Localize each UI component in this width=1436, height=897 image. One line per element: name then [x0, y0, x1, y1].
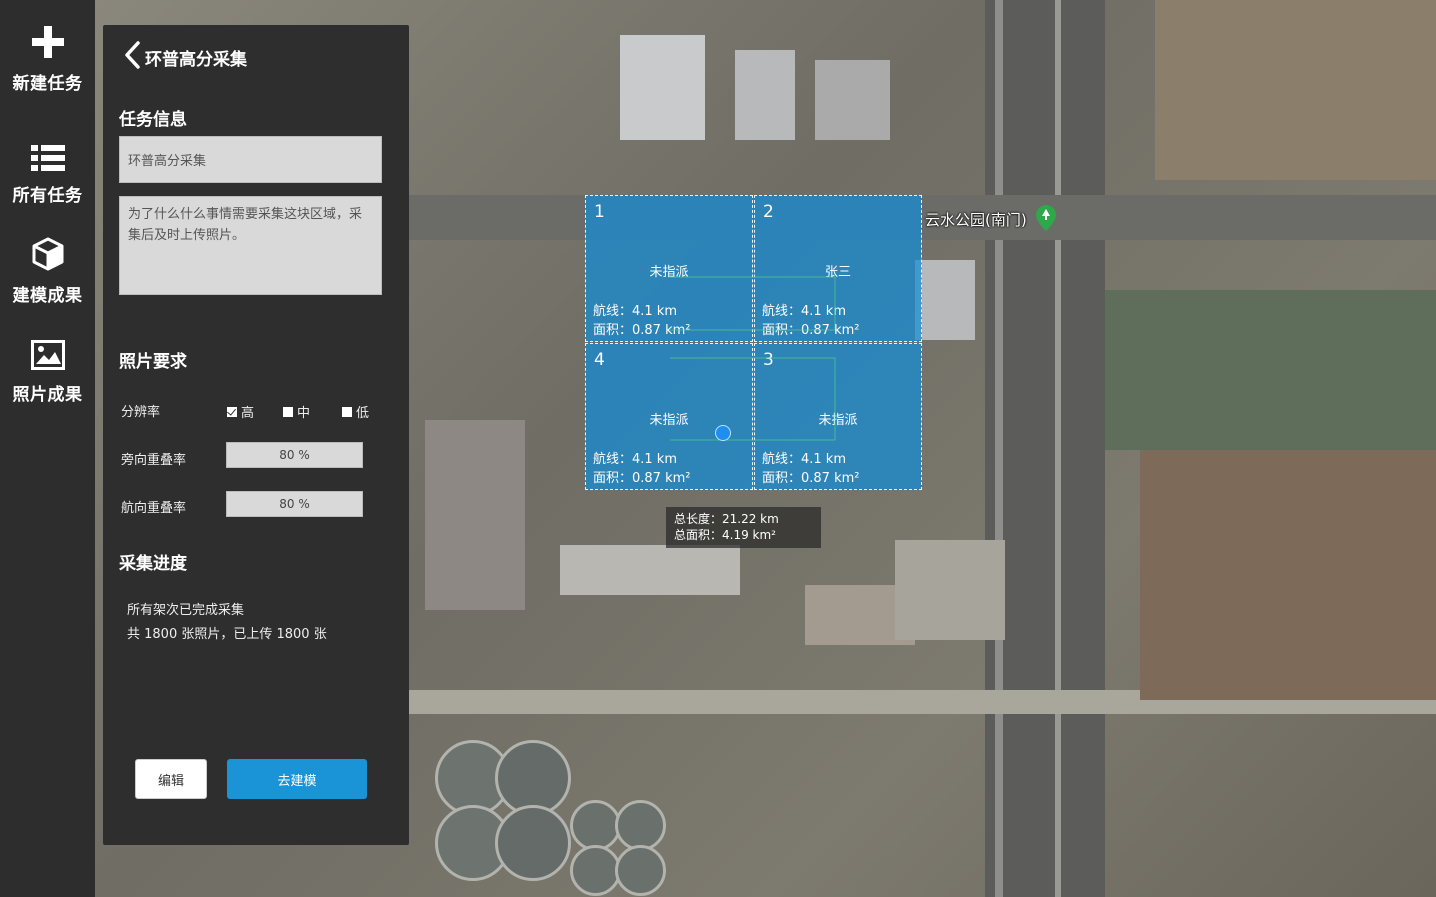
nav-label: 建模成果 — [12, 286, 83, 306]
cell-assignee: 未指派 — [649, 265, 689, 280]
map-building — [815, 60, 890, 140]
resolution-medium-checkbox[interactable]: 中 — [283, 402, 310, 421]
map-road — [1055, 0, 1061, 897]
go-to-modeling-label: 去建模 — [277, 773, 317, 789]
cell-assignee: 张三 — [824, 265, 851, 280]
map-building — [735, 50, 795, 140]
map-building — [620, 35, 705, 140]
side-overlap-input[interactable] — [226, 442, 363, 468]
section-title-task-info: 任务信息 — [119, 110, 187, 130]
task-detail-panel: 环普高分采集 任务信息 为了什么什么事情需要采集这块区域，采集后及时上传照片。 … — [103, 25, 409, 845]
location-marker-icon[interactable] — [715, 425, 731, 441]
image-icon — [0, 340, 95, 374]
chevron-left-icon — [123, 41, 141, 73]
cell-area: 面积：0.87 km² — [593, 471, 691, 486]
map-field — [1155, 0, 1436, 180]
nav-item-all-tasks[interactable]: 所有任务 — [0, 145, 95, 206]
cell-assignee: 未指派 — [818, 413, 858, 428]
poi-label[interactable]: 云水公园(南门) — [925, 209, 1027, 230]
cell-number: 3 — [763, 350, 774, 370]
resolution-label: 分辨率 — [121, 405, 161, 420]
poi-pin-icon[interactable] — [1036, 205, 1056, 231]
resolution-low-checkbox[interactable]: 低 — [342, 402, 369, 421]
map-building — [425, 420, 525, 610]
map-building — [895, 540, 1005, 640]
summary-total-length: 总长度：21.22 km — [674, 512, 779, 526]
checkbox-unchecked-icon — [283, 406, 293, 417]
route-summary: 总长度：21.22 km 总面积：4.19 km² — [666, 507, 821, 548]
map-field — [1140, 450, 1436, 700]
panel-title: 环普高分采集 — [145, 49, 247, 70]
map-building — [915, 260, 975, 340]
grid-cell-3[interactable]: 3 未指派 航线：4.1 km 面积：0.87 km² — [754, 343, 922, 490]
cell-route: 航线：4.1 km — [593, 452, 677, 467]
edit-button-label: 编辑 — [157, 773, 184, 789]
resolution-high-checkbox[interactable]: 高 — [227, 402, 254, 421]
grid-cell-2[interactable]: 2 张三 航线：4.1 km 面积：0.87 km² — [754, 195, 922, 342]
grid-cell-1[interactable]: 1 未指派 航线：4.1 km 面积：0.87 km² — [585, 195, 753, 342]
map-water-tank — [570, 800, 621, 851]
checkbox-label: 低 — [356, 406, 370, 421]
map-water-tank — [615, 845, 666, 896]
edit-button[interactable]: 编辑 — [135, 759, 207, 799]
side-overlap-label: 旁向重叠率 — [121, 453, 187, 468]
nav-item-photo-results[interactable]: 照片成果 — [0, 340, 95, 405]
poi-label-text: 云水公园(南门) — [925, 211, 1027, 229]
cell-route: 航线：4.1 km — [762, 452, 846, 467]
cell-area: 面积：0.87 km² — [593, 323, 691, 338]
map-building — [560, 545, 740, 595]
checkbox-label: 中 — [297, 406, 311, 421]
map-park — [1105, 290, 1436, 450]
task-name-input[interactable] — [119, 136, 382, 183]
checkbox-unchecked-icon — [342, 406, 352, 417]
forward-overlap-label: 航向重叠率 — [121, 501, 187, 516]
nav-label: 所有任务 — [12, 186, 83, 206]
progress-photo-count: 共 1800 张照片，已上传 1800 张 — [127, 627, 327, 642]
checkbox-label: 高 — [241, 406, 255, 421]
left-nav: 新建任务 所有任务 建模成果 照片成果 — [0, 0, 95, 897]
map-water-tank — [495, 805, 571, 881]
cell-route: 航线：4.1 km — [593, 304, 677, 319]
checkbox-checked-icon — [227, 406, 237, 417]
grid-cell-4[interactable]: 4 未指派 航线：4.1 km 面积：0.87 km² — [585, 343, 753, 490]
map-water-tank — [570, 845, 621, 896]
map-water-tank — [615, 800, 666, 851]
list-icon — [0, 145, 95, 175]
cube-icon — [0, 237, 95, 275]
plus-icon — [0, 25, 95, 63]
cell-route: 航线：4.1 km — [762, 304, 846, 319]
nav-item-new-task[interactable]: 新建任务 — [0, 25, 95, 94]
back-button[interactable]: 环普高分采集 — [123, 41, 247, 73]
progress-status-text: 所有架次已完成采集 — [127, 603, 245, 618]
cell-number: 1 — [594, 202, 605, 222]
summary-total-area: 总面积：4.19 km² — [674, 528, 776, 542]
section-title-photo-req: 照片要求 — [119, 352, 187, 372]
nav-label: 新建任务 — [12, 74, 83, 94]
task-description-textarea[interactable]: 为了什么什么事情需要采集这块区域，采集后及时上传照片。 — [119, 196, 382, 295]
section-title-progress: 采集进度 — [119, 554, 187, 574]
cell-number: 4 — [594, 350, 605, 370]
go-to-modeling-button[interactable]: 去建模 — [227, 759, 367, 799]
nav-label: 照片成果 — [12, 385, 83, 405]
forward-overlap-input[interactable] — [226, 491, 363, 517]
map-road — [985, 0, 1105, 897]
nav-item-model-results[interactable]: 建模成果 — [0, 237, 95, 306]
cell-area: 面积：0.87 km² — [762, 323, 860, 338]
cell-area: 面积：0.87 km² — [762, 471, 860, 486]
map-road — [995, 0, 1003, 897]
cell-number: 2 — [763, 202, 774, 222]
